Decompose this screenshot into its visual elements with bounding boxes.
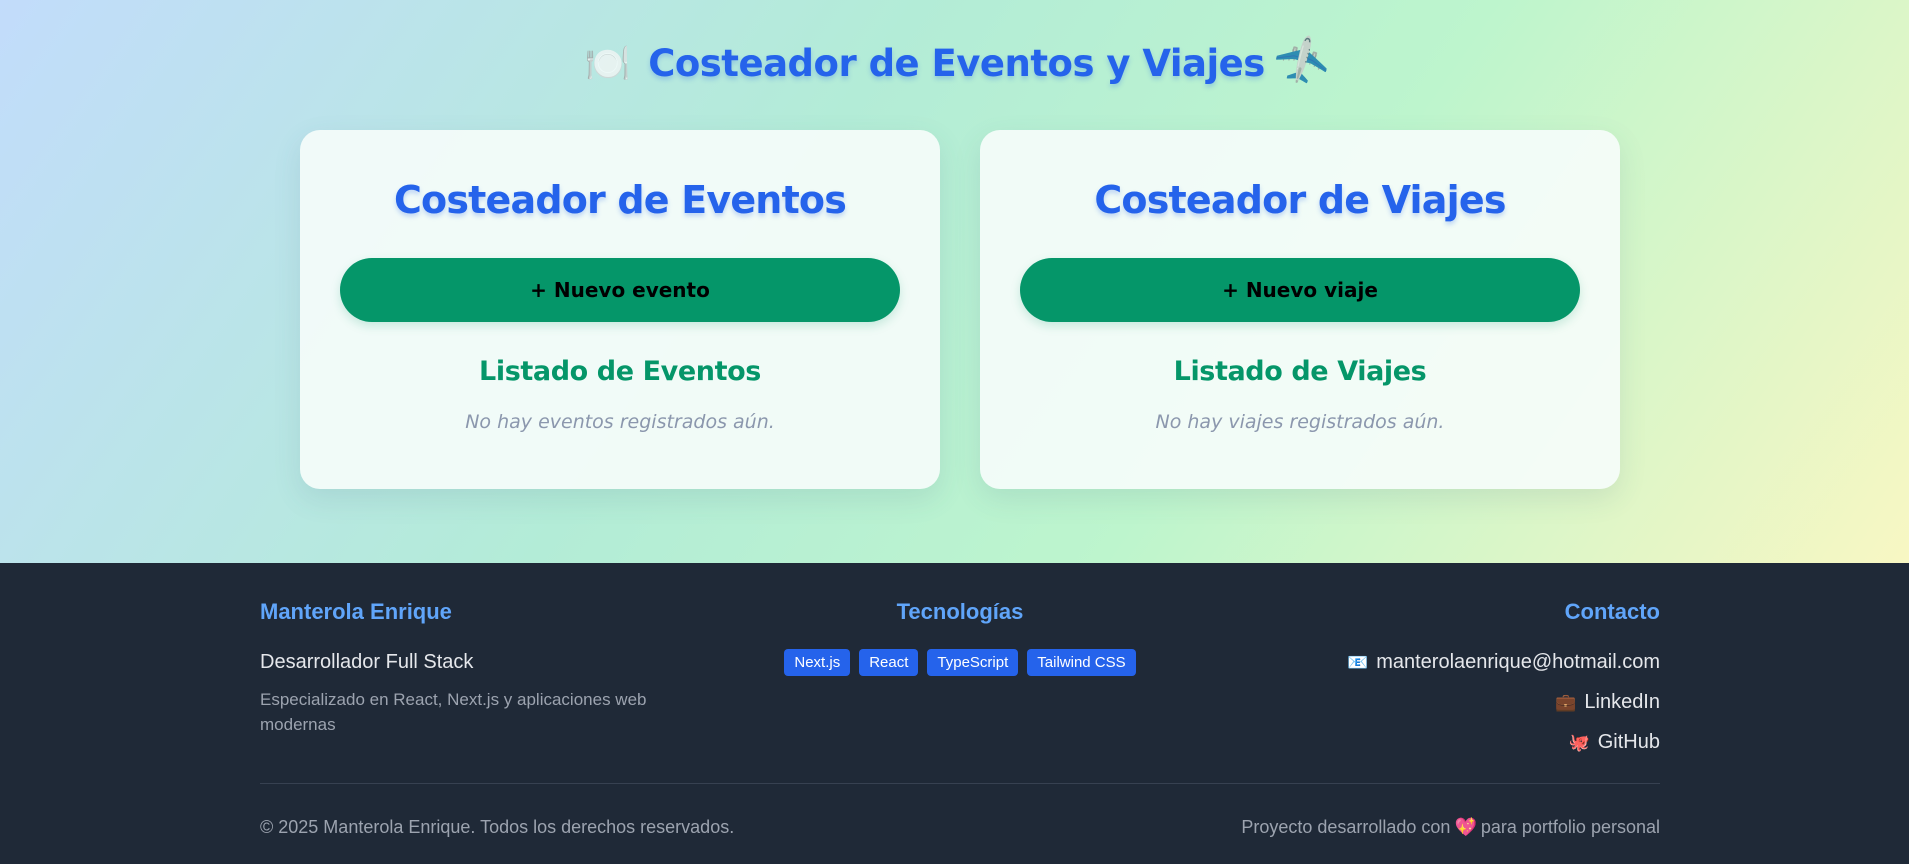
trips-empty-message: No hay viajes registrados aún. [1155,411,1445,433]
tech-tag-nextjs: Next.js [784,649,851,676]
made-with-text: Proyecto desarrollado con 💖 para portfolio… [1241,817,1660,838]
linkedin-text: LinkedIn [1584,691,1660,713]
author-role: Desarrollador Full Stack [260,651,474,673]
contact-list: 📧 manterolaenrique@hotmail.com 💼 LinkedIn … [1240,650,1660,754]
new-trip-button[interactable]: + Nuevo viaje [1020,258,1580,322]
contact-heading: Contacto [1564,599,1660,624]
made-with-suffix: para portfolio personal [1480,817,1660,837]
email-text: manterolaenrique@hotmail.com [1376,651,1660,673]
copyright-text: © 2025 Manterola Enrique. Todos los dere… [260,817,735,837]
briefcase-icon: 💼 [1555,693,1577,712]
tech-heading: Tecnologías [896,599,1024,624]
made-with-prefix: Proyecto desarrollado con [1241,817,1451,837]
footer: Manterola Enrique Desarrollador Full Sta… [0,563,1909,864]
tech-tag-tailwind: Tailwind CSS [1027,649,1136,676]
trips-card: Costeador de Viajes + Nuevo viaje Listad… [980,130,1620,489]
page-title: 🍽️ Costeador de Eventos y Viajes ✈️ [0,34,1909,94]
octopus-icon: 🐙 [1568,733,1590,752]
footer-divider [260,783,1660,784]
linkedin-link[interactable]: 💼 LinkedIn [1240,690,1660,714]
events-card-title: Costeador de Eventos [393,178,847,222]
tech-tag-react: React [859,649,919,676]
heart-icon: 💖 [1454,817,1477,837]
page-title-text: Costeador de Eventos y Viajes [648,42,1265,85]
github-link[interactable]: 🐙 GitHub [1240,730,1660,754]
events-card: Costeador de Eventos + Nuevo evento List… [300,130,940,489]
author-name: Manterola Enrique [260,599,452,624]
events-list-title: Listado de Eventos [479,356,761,387]
hero-section: 🍽️ Costeador de Eventos y Viajes ✈️ Costea… [0,0,1909,563]
tech-tags: Next.js React TypeScript Tailwind CSS [780,649,1140,676]
trips-card-title: Costeador de Viajes [1094,178,1506,222]
footer-contact-column: Contacto 📧 manterolaenrique@hotmail.com 💼… [1240,599,1660,770]
trips-list-title: Listado de Viajes [1173,356,1427,387]
airplane-icon: ✈️ [1270,33,1332,94]
footer-author-column: Manterola Enrique Desarrollador Full Sta… [260,599,720,737]
events-empty-message: No hay eventos registrados aún. [465,411,775,433]
new-event-button[interactable]: + Nuevo evento [340,258,900,322]
plate-cutlery-icon: 🍽️ [584,42,631,85]
author-description: Especializado en React, Next.js y aplica… [260,690,647,734]
github-text: GitHub [1597,731,1660,753]
email-link[interactable]: 📧 manterolaenrique@hotmail.com [1240,650,1660,674]
email-icon: 📧 [1347,653,1369,672]
tech-tag-typescript: TypeScript [927,649,1019,676]
footer-tech-column: Tecnologías Next.js React TypeScript Tai… [780,599,1140,676]
